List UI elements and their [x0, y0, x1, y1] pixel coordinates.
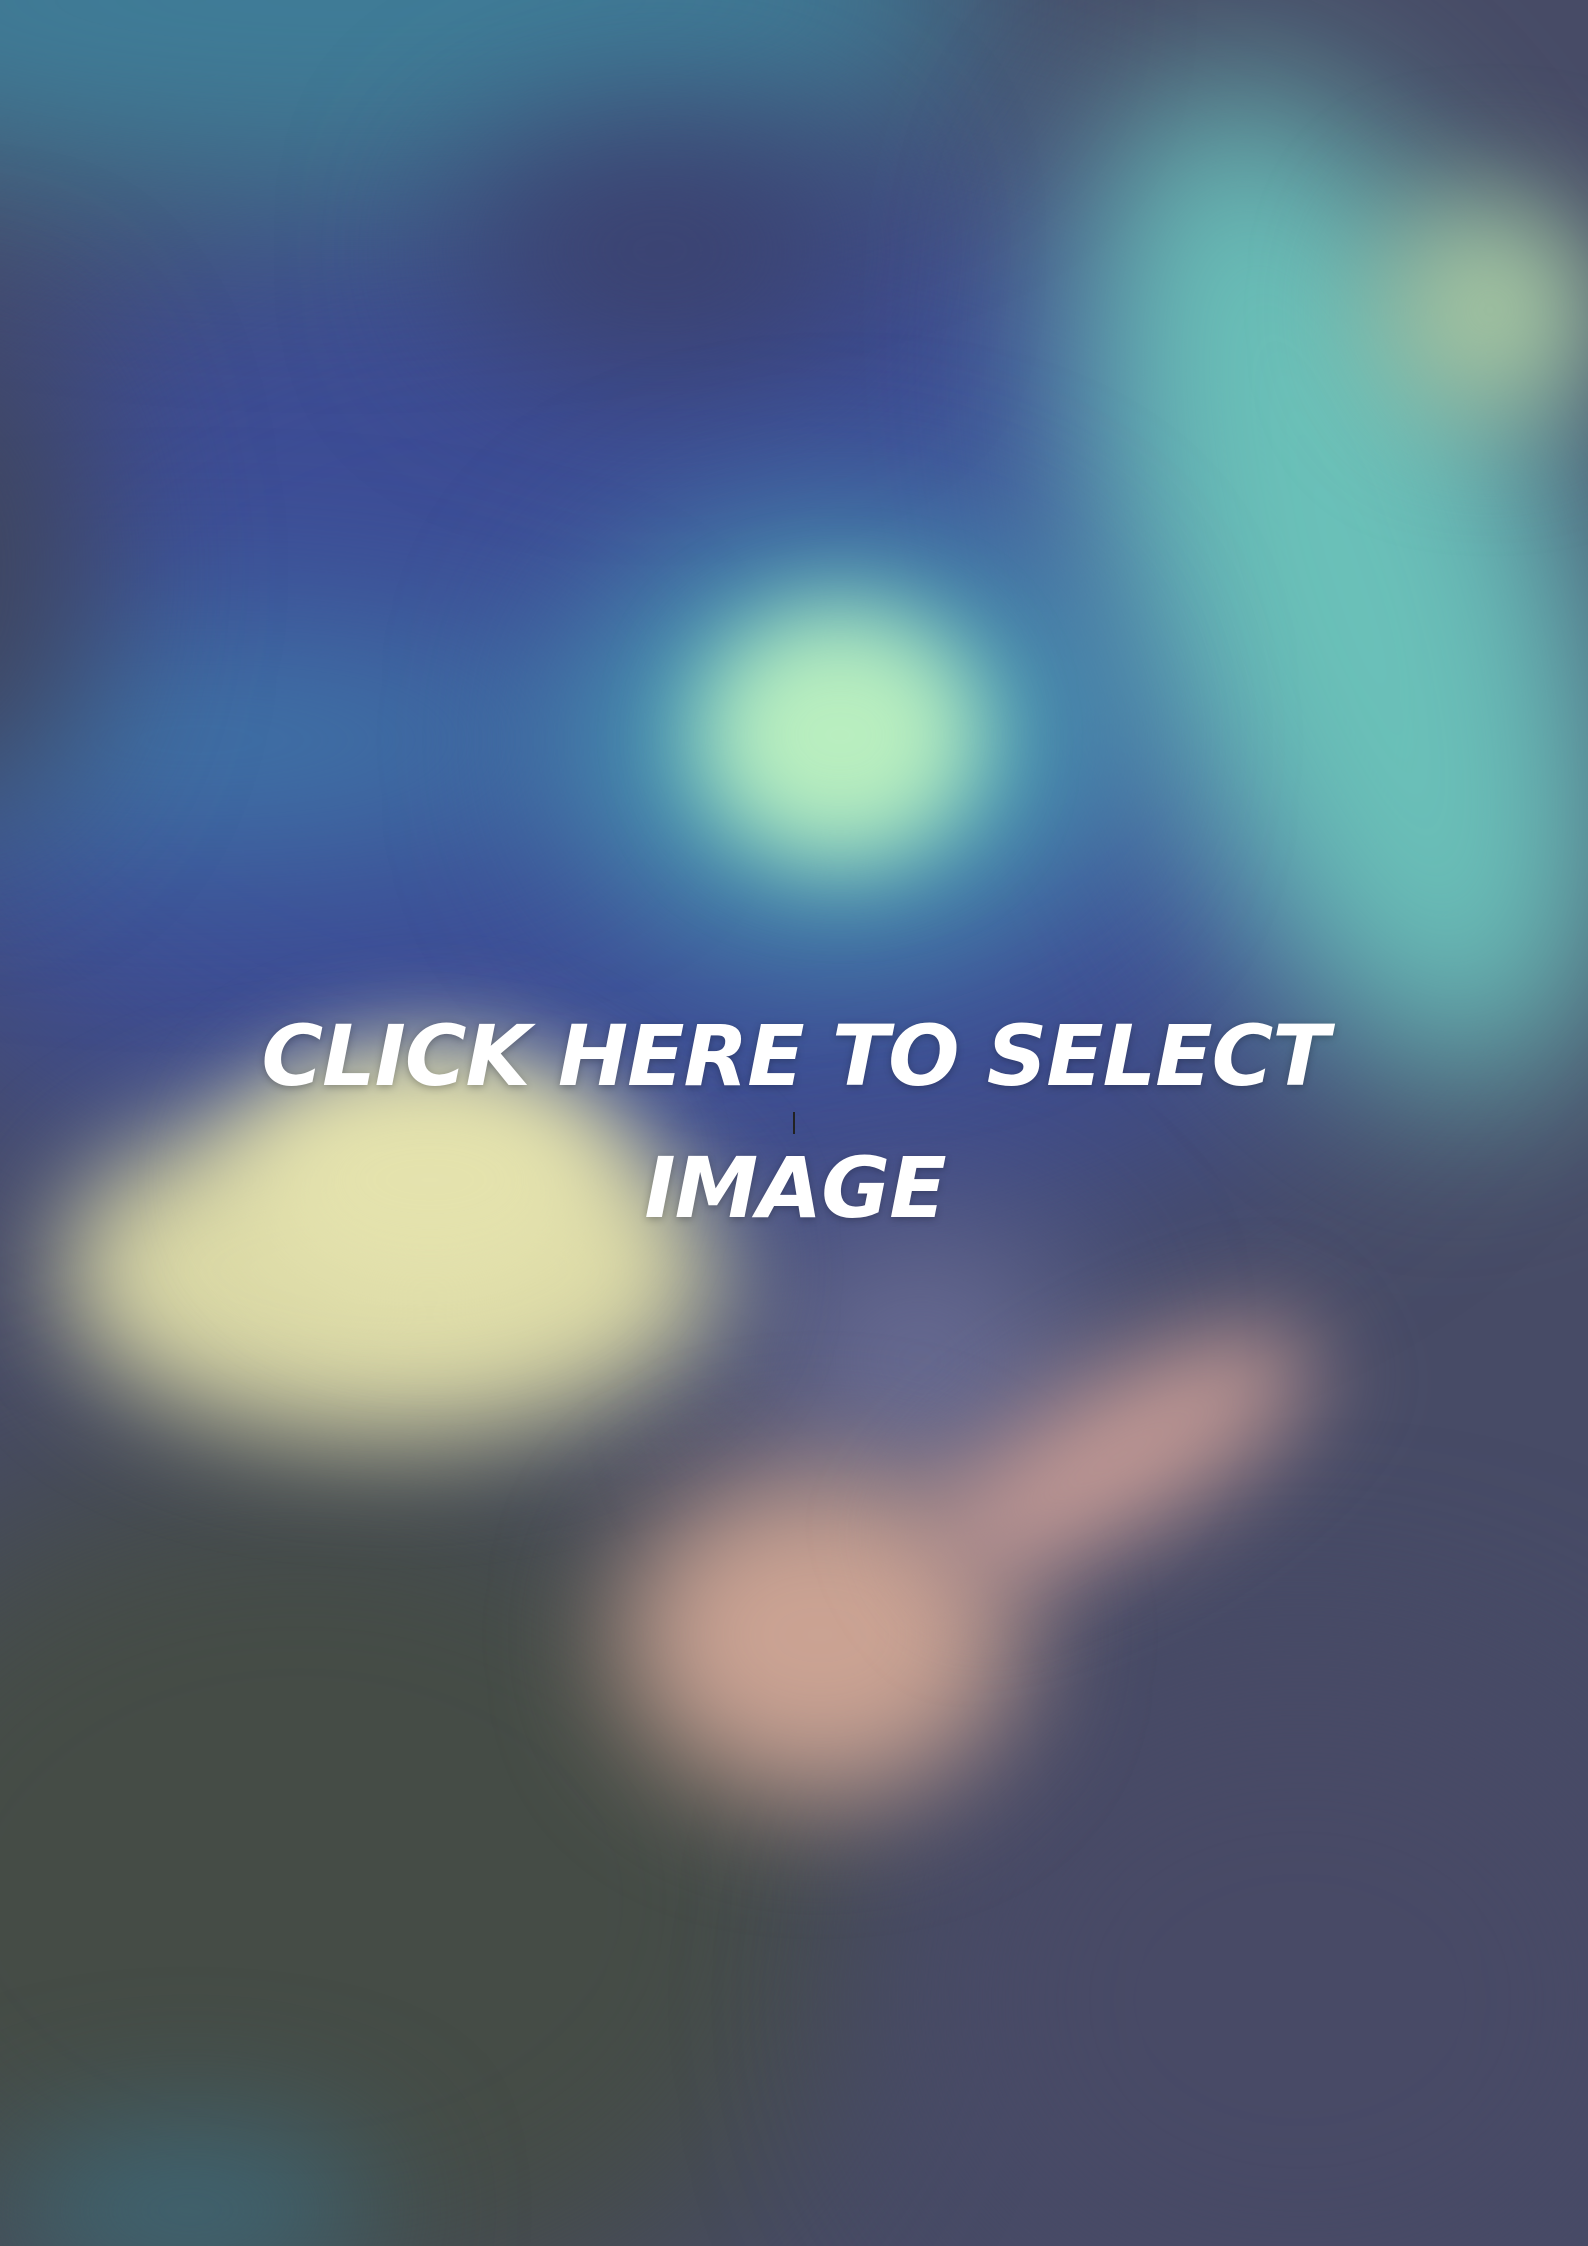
image-select-area[interactable]: CLICK HERE TO SELECT IMAGE — [0, 0, 1588, 2246]
text-cursor — [793, 1112, 795, 1134]
background-blur-center-glow — [700, 610, 980, 860]
background-blur-dark-right — [900, 1650, 1588, 2246]
background-blur-top-dark — [450, 120, 870, 380]
select-image-label[interactable]: CLICK HERE TO SELECT IMAGE — [230, 990, 1360, 1254]
background-blur-right-pale — [1380, 200, 1588, 420]
